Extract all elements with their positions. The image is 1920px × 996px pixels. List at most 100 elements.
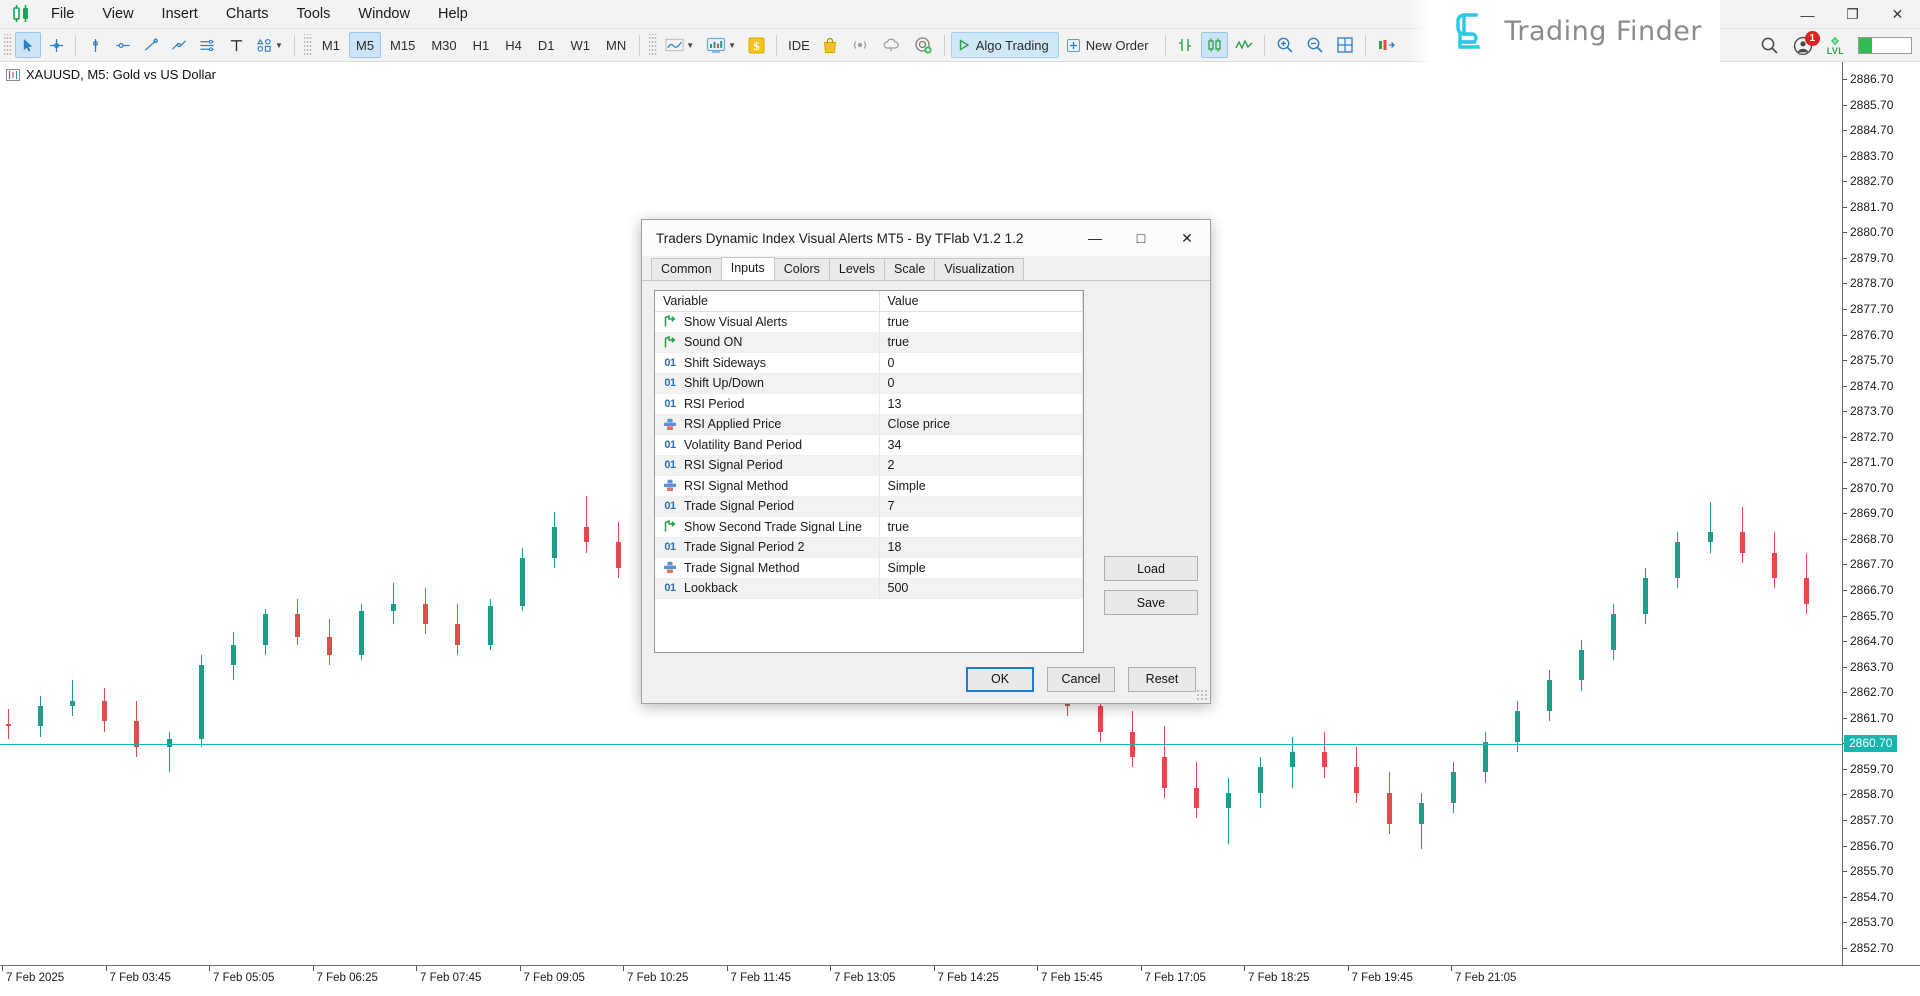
- toolbar-grip[interactable]: [649, 34, 657, 56]
- menu-item-charts[interactable]: Charts: [213, 3, 282, 25]
- cell-value[interactable]: Simple: [879, 558, 1083, 579]
- menu-item-window[interactable]: Window: [345, 3, 423, 25]
- cell-value[interactable]: true: [879, 517, 1083, 538]
- equidistant-channel-icon[interactable]: [194, 32, 221, 58]
- search-icon[interactable]: [1760, 36, 1779, 55]
- toolbar-grip[interactable]: [4, 34, 12, 56]
- line-graph-icon[interactable]: [1230, 32, 1258, 58]
- table-row[interactable]: 01Shift Up/Down0: [655, 373, 1083, 394]
- menu-item-file[interactable]: File: [38, 3, 87, 25]
- toolbar-grip[interactable]: [304, 34, 312, 56]
- dollar-icon[interactable]: $: [743, 32, 770, 58]
- window-close-button[interactable]: ✕: [1875, 0, 1920, 29]
- crosshair-icon[interactable]: [43, 32, 69, 58]
- table-row[interactable]: 01Lookback500: [655, 578, 1083, 599]
- polyline-icon[interactable]: [166, 32, 192, 58]
- dialog-resize-grip[interactable]: [1196, 689, 1208, 701]
- grid-icon[interactable]: [1331, 32, 1359, 58]
- shapes-dropdown-caret-icon[interactable]: ▼: [275, 41, 283, 50]
- template-dropdown-caret-icon[interactable]: ▼: [728, 41, 736, 50]
- time-axis[interactable]: 7 Feb 20257 Feb 03:457 Feb 05:057 Feb 06…: [0, 965, 1920, 996]
- account-avatar-icon[interactable]: 1: [1793, 36, 1813, 56]
- ide-button[interactable]: IDE: [783, 32, 815, 58]
- menu-item-tools[interactable]: Tools: [284, 3, 344, 25]
- table-row[interactable]: Show Visual Alertstrue: [655, 312, 1083, 333]
- table-row[interactable]: RSI Applied PriceClose price: [655, 414, 1083, 435]
- cell-value[interactable]: 7: [879, 496, 1083, 517]
- text-tool-icon[interactable]: [223, 32, 249, 58]
- signals-icon[interactable]: [845, 32, 875, 58]
- table-row[interactable]: 01RSI Period13: [655, 394, 1083, 415]
- table-row[interactable]: Show Second Trade Signal Linetrue: [655, 517, 1083, 538]
- cell-value[interactable]: 0: [879, 373, 1083, 394]
- dialog-maximize-button[interactable]: □: [1118, 220, 1164, 256]
- indicator-properties-dialog[interactable]: Traders Dynamic Index Visual Alerts MT5 …: [641, 219, 1211, 704]
- cell-value[interactable]: 34: [879, 435, 1083, 456]
- table-row[interactable]: 01Shift Sideways0: [655, 353, 1083, 374]
- timeframe-button-d1[interactable]: D1: [531, 32, 562, 58]
- menu-item-help[interactable]: Help: [425, 3, 481, 25]
- timeframe-button-m15[interactable]: M15: [383, 32, 422, 58]
- reset-button[interactable]: Reset: [1128, 667, 1196, 692]
- tab-colors[interactable]: Colors: [774, 258, 830, 280]
- cell-value[interactable]: 2: [879, 455, 1083, 476]
- cursor-arrow-icon[interactable]: [15, 32, 41, 58]
- tab-levels[interactable]: Levels: [829, 258, 885, 280]
- window-minimize-button[interactable]: —: [1785, 0, 1830, 29]
- cell-value[interactable]: true: [879, 332, 1083, 353]
- line-chart-dropdown-caret-icon[interactable]: ▼: [686, 41, 694, 50]
- market-bag-icon[interactable]: [817, 32, 843, 58]
- menu-item-view[interactable]: View: [89, 3, 146, 25]
- timeframe-button-h4[interactable]: H4: [498, 32, 529, 58]
- timeframe-button-m5[interactable]: M5: [349, 32, 381, 58]
- cell-value[interactable]: 18: [879, 537, 1083, 558]
- trendline-icon[interactable]: [138, 32, 164, 58]
- timeframe-button-h1[interactable]: H1: [466, 32, 497, 58]
- new-order-button[interactable]: New Order: [1061, 32, 1159, 58]
- dialog-minimize-button[interactable]: —: [1072, 220, 1118, 256]
- save-button[interactable]: Save: [1104, 590, 1198, 615]
- ok-button[interactable]: OK: [966, 667, 1034, 692]
- table-row[interactable]: Sound ONtrue: [655, 332, 1083, 353]
- zoom-out-icon[interactable]: [1301, 32, 1329, 58]
- cloud-vps-icon[interactable]: [877, 32, 907, 58]
- cell-value[interactable]: Close price: [879, 414, 1083, 435]
- tab-common[interactable]: Common: [651, 258, 722, 280]
- load-button[interactable]: Load: [1104, 556, 1198, 581]
- candlestick-chart-icon[interactable]: [1201, 32, 1228, 58]
- window-restore-button[interactable]: ❐: [1830, 0, 1875, 29]
- table-row[interactable]: Trade Signal MethodSimple: [655, 558, 1083, 579]
- timeframe-button-m1[interactable]: M1: [315, 32, 347, 58]
- cell-value[interactable]: Simple: [879, 476, 1083, 497]
- cell-value[interactable]: true: [879, 312, 1083, 333]
- inputs-table-panel[interactable]: Variable Value Show Visual AlertstrueSou…: [654, 290, 1084, 653]
- timeframe-button-mn[interactable]: MN: [599, 32, 633, 58]
- table-row[interactable]: 01RSI Signal Period2: [655, 455, 1083, 476]
- cell-value[interactable]: 13: [879, 394, 1083, 415]
- price-axis[interactable]: 2886.702885.702884.702883.702882.702881.…: [1842, 62, 1920, 996]
- chart-template-icon[interactable]: ▼: [701, 32, 741, 58]
- vertical-line-icon[interactable]: [82, 32, 108, 58]
- algo-trading-button[interactable]: Algo Trading: [951, 32, 1059, 58]
- shapes-icon[interactable]: ▼: [251, 32, 288, 58]
- line-chart-icon[interactable]: ▼: [660, 32, 699, 58]
- table-row[interactable]: 01Trade Signal Period7: [655, 496, 1083, 517]
- tab-visualization[interactable]: Visualization: [934, 258, 1024, 280]
- cell-value[interactable]: 500: [879, 578, 1083, 599]
- table-row[interactable]: RSI Signal MethodSimple: [655, 476, 1083, 497]
- cancel-button[interactable]: Cancel: [1047, 667, 1115, 692]
- scroll-to-end-icon[interactable]: [1372, 32, 1401, 58]
- timeframe-button-w1[interactable]: W1: [564, 32, 598, 58]
- tab-inputs[interactable]: Inputs: [721, 257, 775, 280]
- strategy-tester-icon[interactable]: [909, 32, 938, 58]
- level-indicator[interactable]: LVL: [1827, 36, 1844, 56]
- zoom-in-icon[interactable]: [1271, 32, 1299, 58]
- dialog-title-bar[interactable]: Traders Dynamic Index Visual Alerts MT5 …: [642, 220, 1210, 256]
- dialog-close-button[interactable]: ✕: [1164, 220, 1210, 256]
- table-row[interactable]: 01Volatility Band Period34: [655, 435, 1083, 456]
- bar-chart-icon[interactable]: [1172, 32, 1199, 58]
- cell-value[interactable]: 0: [879, 353, 1083, 374]
- menu-item-insert[interactable]: Insert: [149, 3, 211, 25]
- horizontal-line-icon[interactable]: [110, 32, 136, 58]
- tab-scale[interactable]: Scale: [884, 258, 935, 280]
